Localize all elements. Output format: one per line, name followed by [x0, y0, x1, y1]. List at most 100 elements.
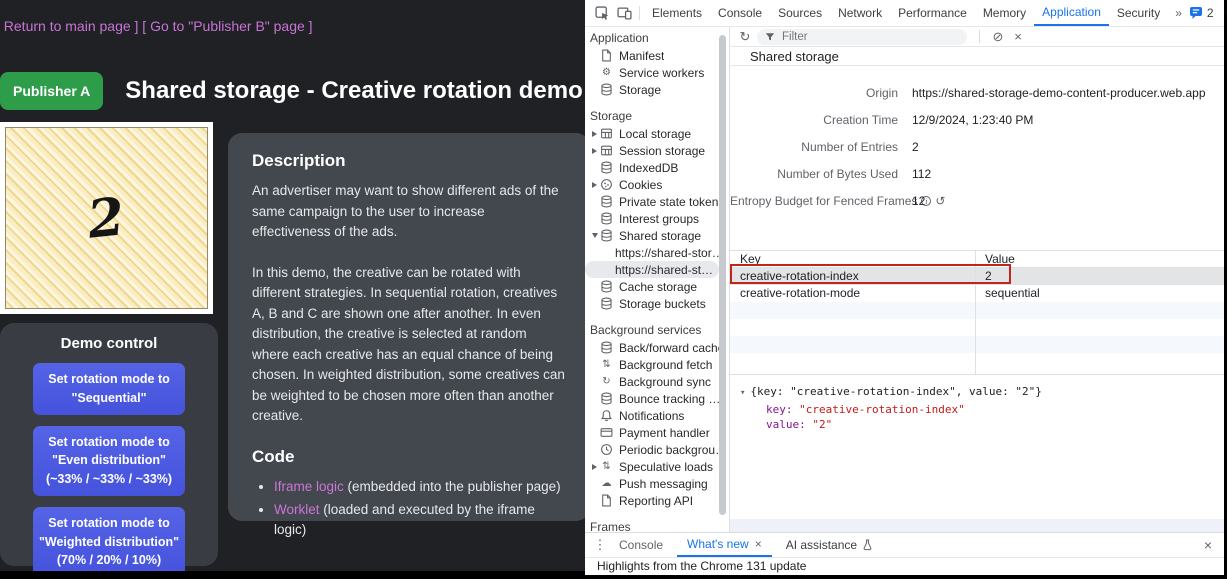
sidebar-item-cache-storage[interactable]: Cache storage [585, 278, 729, 295]
section-background-services[interactable]: Background services [585, 321, 729, 339]
drawer-tab-whats-new[interactable]: What's new × [677, 533, 772, 557]
refresh-icon[interactable]: ↻ [736, 29, 754, 45]
tab-console[interactable]: Console [710, 0, 770, 26]
column-header-value[interactable]: Value [985, 251, 1015, 268]
sidebar-item-reporting-api[interactable]: Reporting API [585, 492, 729, 509]
sidebar-item-shared-storage-origin-2-selected[interactable]: https://shared-storage… [585, 261, 719, 278]
field-row-entropy-budget: Entropy Budget for Fenced Frames 12 ↺ [730, 187, 1224, 214]
sidebar-item-notifications[interactable]: Notifications [585, 407, 729, 424]
close-tab-icon[interactable]: × [755, 533, 762, 555]
sidebar-item-indexeddb[interactable]: IndexedDB [585, 159, 729, 176]
ad-creative: 2 [5, 127, 208, 309]
sidebar-item-session-storage[interactable]: Session storage [585, 142, 729, 159]
property-name: key: [766, 403, 793, 416]
reset-budget-icon[interactable]: ↺ [935, 194, 945, 208]
filter-input[interactable] [780, 30, 940, 44]
column-divider[interactable] [975, 251, 976, 374]
creative-digit: 2 [85, 186, 127, 250]
application-sidebar: Application Manifest ⚙Service workers St… [585, 27, 730, 532]
sidebar-item-label: Session storage [619, 144, 705, 158]
sidebar-item-interest-groups[interactable]: Interest groups [585, 210, 729, 227]
section-application[interactable]: Application [585, 29, 729, 47]
drawer-close-icon[interactable]: × [1198, 537, 1218, 553]
field-row-creation-time: Creation Time 12/9/2024, 1:23:40 PM [730, 106, 1224, 133]
ad-creative-frame: 2 [0, 122, 213, 314]
sync-arrows-icon: ↻ [600, 376, 613, 387]
bracket: ] [ [131, 18, 150, 34]
even-distribution-button[interactable]: Set rotation mode to "Even distribution"… [33, 426, 185, 496]
tab-sources[interactable]: Sources [770, 0, 830, 26]
sidebar-item-cookies[interactable]: Cookies [585, 176, 729, 193]
description-panel: Description An advertiser may want to sh… [228, 133, 585, 521]
sidebar-item-local-storage[interactable]: Local storage [585, 125, 729, 142]
more-tabs-icon[interactable]: » [1168, 6, 1189, 20]
sidebar-item-bounce-tracking[interactable]: Bounce tracking miti… [585, 390, 729, 407]
sidebar-item-manifest[interactable]: Manifest [585, 47, 729, 64]
drawer-tab-console[interactable]: Console [609, 533, 673, 557]
sidebar-item-label: Local storage [619, 127, 691, 141]
worklet-link[interactable]: Worklet [274, 502, 320, 517]
sidebar-item-back-forward-cache[interactable]: Back/forward cache [585, 339, 729, 356]
sidebar-item-private-state-tokens[interactable]: Private state tokens [585, 193, 729, 210]
sidebar-item-storage-buckets[interactable]: Storage buckets [585, 295, 729, 312]
section-storage[interactable]: Storage [585, 107, 729, 125]
sidebar-item-push-messaging[interactable]: ☁Push messaging [585, 475, 729, 492]
tab-memory[interactable]: Memory [975, 0, 1034, 26]
field-value: 12 [912, 194, 925, 208]
delete-icon[interactable]: × [1008, 29, 1028, 44]
publisher-b-link[interactable]: Go to "Publisher B" page [150, 18, 305, 34]
field-label-text: Entropy Budget for Fenced Frames [730, 194, 917, 208]
table-row[interactable]: creative-rotation-mode sequential [730, 285, 1224, 302]
database-icon [600, 83, 613, 96]
code-links-list: Iframe logic (embedded into the publishe… [274, 477, 566, 541]
sidebar-item-shared-storage-origin-1[interactable]: https://shared-storage… [585, 244, 729, 261]
drawer-menu-icon[interactable]: ⋮ [591, 537, 609, 553]
property-value: "2" [812, 418, 832, 431]
field-label: Creation Time [730, 113, 898, 127]
sidebar-item-shared-storage[interactable]: Shared storage [585, 227, 729, 244]
sequential-mode-button[interactable]: Set rotation mode to "Sequential" [33, 363, 185, 415]
inspect-element-icon[interactable] [591, 0, 613, 26]
device-toolbar-icon[interactable] [613, 0, 635, 26]
column-header-key[interactable]: Key [740, 252, 761, 266]
bell-icon [600, 409, 613, 422]
service-worker-icon: ⚙ [600, 67, 613, 78]
sidebar-item-label: Cookies [619, 178, 662, 192]
iframe-logic-link[interactable]: Iframe logic [274, 479, 344, 494]
sidebar-item-background-fetch[interactable]: ⇅Background fetch [585, 356, 729, 373]
weighted-distribution-button[interactable]: Set rotation mode to "Weighted distribut… [33, 507, 185, 571]
settings-gear-icon[interactable]: ⚙ [1222, 5, 1227, 22]
database-icon [600, 212, 613, 225]
return-main-link[interactable]: Return to main page [4, 18, 131, 34]
section-frames[interactable]: Frames [585, 518, 729, 532]
issues-counter[interactable]: 2 [1189, 6, 1214, 20]
tab-performance[interactable]: Performance [890, 0, 975, 26]
collapse-triangle-icon[interactable]: ▾ [740, 388, 745, 398]
sidebar-item-background-sync[interactable]: ↻Background sync [585, 373, 729, 390]
sidebar-item-label: Storage buckets [619, 297, 706, 311]
tab-network[interactable]: Network [830, 0, 890, 26]
clear-all-icon[interactable]: ⊘ [988, 29, 1008, 45]
empty-row [730, 302, 1224, 319]
tab-application[interactable]: Application [1034, 0, 1109, 26]
tab-elements[interactable]: Elements [644, 0, 710, 26]
tab-security[interactable]: Security [1109, 0, 1168, 26]
sidebar-item-label: Cache storage [619, 280, 697, 294]
preview-summary: {key: "creative-rotation-index", value: … [750, 385, 1041, 398]
sidebar-item-label: IndexedDB [619, 161, 678, 175]
sidebar-item-storage[interactable]: Storage [585, 81, 729, 98]
demo-control-title: Demo control [0, 335, 218, 352]
sidebar-item-label: Payment handler [619, 426, 710, 440]
table-row[interactable]: creative-rotation-index 2 [730, 268, 1224, 285]
chevron-down-icon [592, 233, 598, 238]
drawer-tab-ai-assistance[interactable]: AI assistance [776, 533, 883, 557]
filter-pill[interactable] [757, 29, 967, 45]
sidebar-item-label: Back/forward cache [619, 341, 724, 355]
sidebar-scrollbar-thumb[interactable] [719, 35, 726, 515]
sidebar-item-speculative-loads[interactable]: ⇅Speculative loads [585, 458, 729, 475]
sidebar-item-service-workers[interactable]: ⚙Service workers [585, 64, 729, 81]
sidebar-item-payment-handler[interactable]: Payment handler [585, 424, 729, 441]
sidebar-item-periodic-background-sync[interactable]: Periodic backgroun… [585, 441, 729, 458]
field-label: Number of Bytes Used [730, 167, 898, 181]
bullet-rest: (embedded into the publisher page) [344, 479, 561, 494]
